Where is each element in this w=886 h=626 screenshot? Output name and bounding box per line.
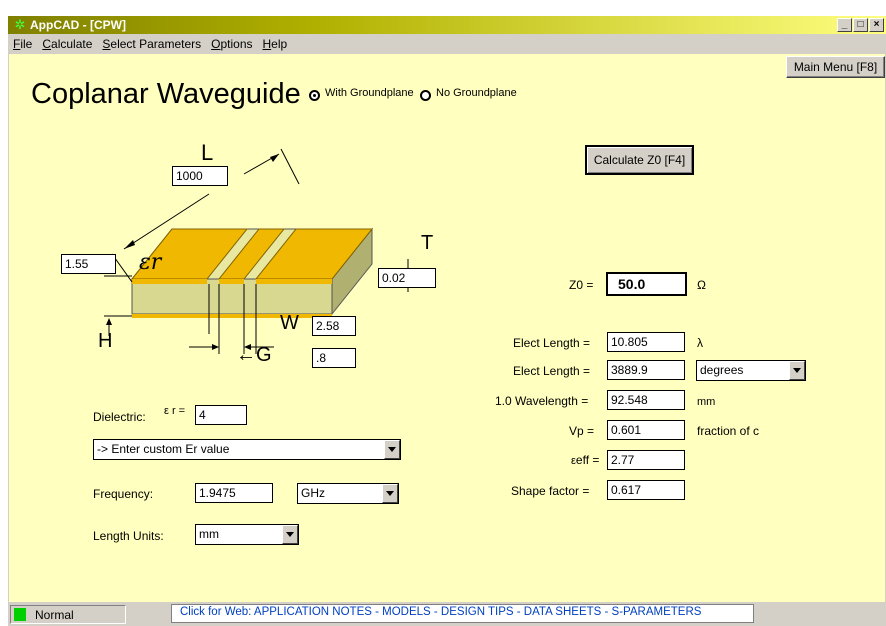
- frequency-unit-value: GHz: [301, 486, 325, 500]
- page-title: Coplanar Waveguide: [31, 78, 301, 110]
- elect-length-degrees-output: 3889.9: [607, 360, 685, 380]
- status-panel: Normal: [10, 605, 126, 624]
- vp-unit: fraction of c: [697, 424, 760, 438]
- z0-unit: Ω: [697, 278, 706, 292]
- radio-with-groundplane-label: With Groundplane: [325, 87, 414, 99]
- eeff-output: 2.77: [607, 450, 685, 470]
- wavelength-unit: mm: [697, 396, 716, 408]
- chevron-down-icon[interactable]: [789, 361, 805, 380]
- label-h: H: [98, 330, 113, 352]
- elect-length-lambda-output: 10.805: [607, 332, 685, 352]
- menu-bar: File Calculate Select Parameters Options…: [8, 34, 886, 54]
- label-t: T: [421, 232, 434, 254]
- radio-no-groundplane-label: No Groundplane: [436, 87, 517, 99]
- menu-help[interactable]: Help: [258, 37, 293, 51]
- z0-output: 50.0: [606, 272, 687, 296]
- calculate-z0-button[interactable]: Calculate Z0 [F4]: [585, 145, 694, 175]
- front-conductor-right: [256, 279, 332, 284]
- status-mode: Normal: [35, 608, 74, 622]
- shape-factor-label: Shape factor =: [511, 484, 590, 498]
- status-bar: Normal Click for Web: APPLICATION NOTES …: [8, 602, 886, 626]
- shape-factor-output: 0.617: [607, 480, 685, 500]
- wavelength-label: 1.0 Wavelength =: [495, 394, 589, 408]
- front-conductor-left: [132, 279, 207, 284]
- menu-select-parameters[interactable]: Select Parameters: [97, 37, 206, 51]
- main-menu-button[interactable]: Main Menu [F8]: [786, 56, 885, 78]
- elect-length-unit-select[interactable]: degrees: [696, 360, 806, 381]
- menu-options[interactable]: Options: [206, 37, 257, 51]
- status-indicator-icon: [14, 608, 26, 621]
- frequency-unit-select[interactable]: GHz: [297, 483, 399, 504]
- vp-output: 0.601: [607, 420, 685, 440]
- vp-label: Vp =: [569, 424, 595, 438]
- chevron-down-icon[interactable]: [282, 525, 298, 544]
- frequency-label: Frequency:: [93, 487, 154, 501]
- h-input[interactable]: 1.55: [61, 254, 116, 274]
- elect-length-lambda-label: Elect Length =: [513, 336, 591, 350]
- g-input[interactable]: .8: [312, 348, 356, 368]
- menu-file[interactable]: File: [8, 37, 37, 51]
- minimize-button[interactable]: _: [837, 18, 852, 32]
- label-l: L: [201, 140, 214, 165]
- label-w: W: [280, 312, 299, 334]
- maximize-button[interactable]: □: [853, 18, 868, 32]
- elect-length-lambda-unit: λ: [697, 336, 703, 350]
- app-icon: ✲: [14, 17, 26, 32]
- er-input[interactable]: 4: [195, 405, 247, 425]
- eeff-label: εeff =: [571, 453, 600, 467]
- close-button[interactable]: ×: [869, 18, 884, 32]
- label-g: ←G: [236, 344, 272, 366]
- z0-label: Z0 =: [569, 278, 594, 292]
- elect-length-degrees-label: Elect Length =: [513, 364, 591, 378]
- material-select-value: -> Enter custom Er value: [97, 442, 230, 456]
- menu-calculate[interactable]: Calculate: [37, 37, 97, 51]
- material-select[interactable]: -> Enter custom Er value: [93, 439, 401, 460]
- dielectric-label: Dielectric:: [93, 410, 146, 424]
- w-input[interactable]: 2.58: [312, 316, 356, 336]
- wavelength-output: 92.548: [607, 390, 685, 410]
- web-link[interactable]: Click for Web: APPLICATION NOTES - MODEL…: [180, 606, 701, 618]
- front-conductor-center: [219, 279, 244, 284]
- label-er: εr: [139, 250, 162, 275]
- web-link-panel[interactable]: Click for Web: APPLICATION NOTES - MODEL…: [171, 604, 754, 623]
- length-units-select[interactable]: mm: [195, 524, 299, 545]
- appcad-window: ✲ AppCAD - [CPW] _ □ × File Calculate Se…: [8, 16, 886, 626]
- length-units-label: Length Units:: [93, 529, 164, 543]
- radio-no-groundplane[interactable]: [420, 90, 431, 101]
- substrate-front: [131, 278, 333, 315]
- frequency-input[interactable]: 1.9475: [195, 483, 273, 503]
- groundplane-bottom: [132, 314, 332, 318]
- length-units-value: mm: [199, 527, 219, 541]
- chevron-down-icon[interactable]: [382, 484, 398, 503]
- calculator-panel: Main Menu [F8] Coplanar Waveguide With G…: [9, 54, 885, 602]
- title-bar[interactable]: ✲ AppCAD - [CPW] _ □ ×: [8, 16, 886, 34]
- t-input[interactable]: 0.02: [378, 268, 436, 288]
- chevron-down-icon[interactable]: [384, 440, 400, 459]
- l-input[interactable]: 1000: [172, 166, 228, 186]
- radio-with-groundplane[interactable]: [309, 90, 320, 101]
- er-symbol: ε r =: [164, 405, 186, 417]
- window-title: AppCAD - [CPW]: [30, 18, 126, 32]
- elect-length-unit-value: degrees: [700, 363, 744, 377]
